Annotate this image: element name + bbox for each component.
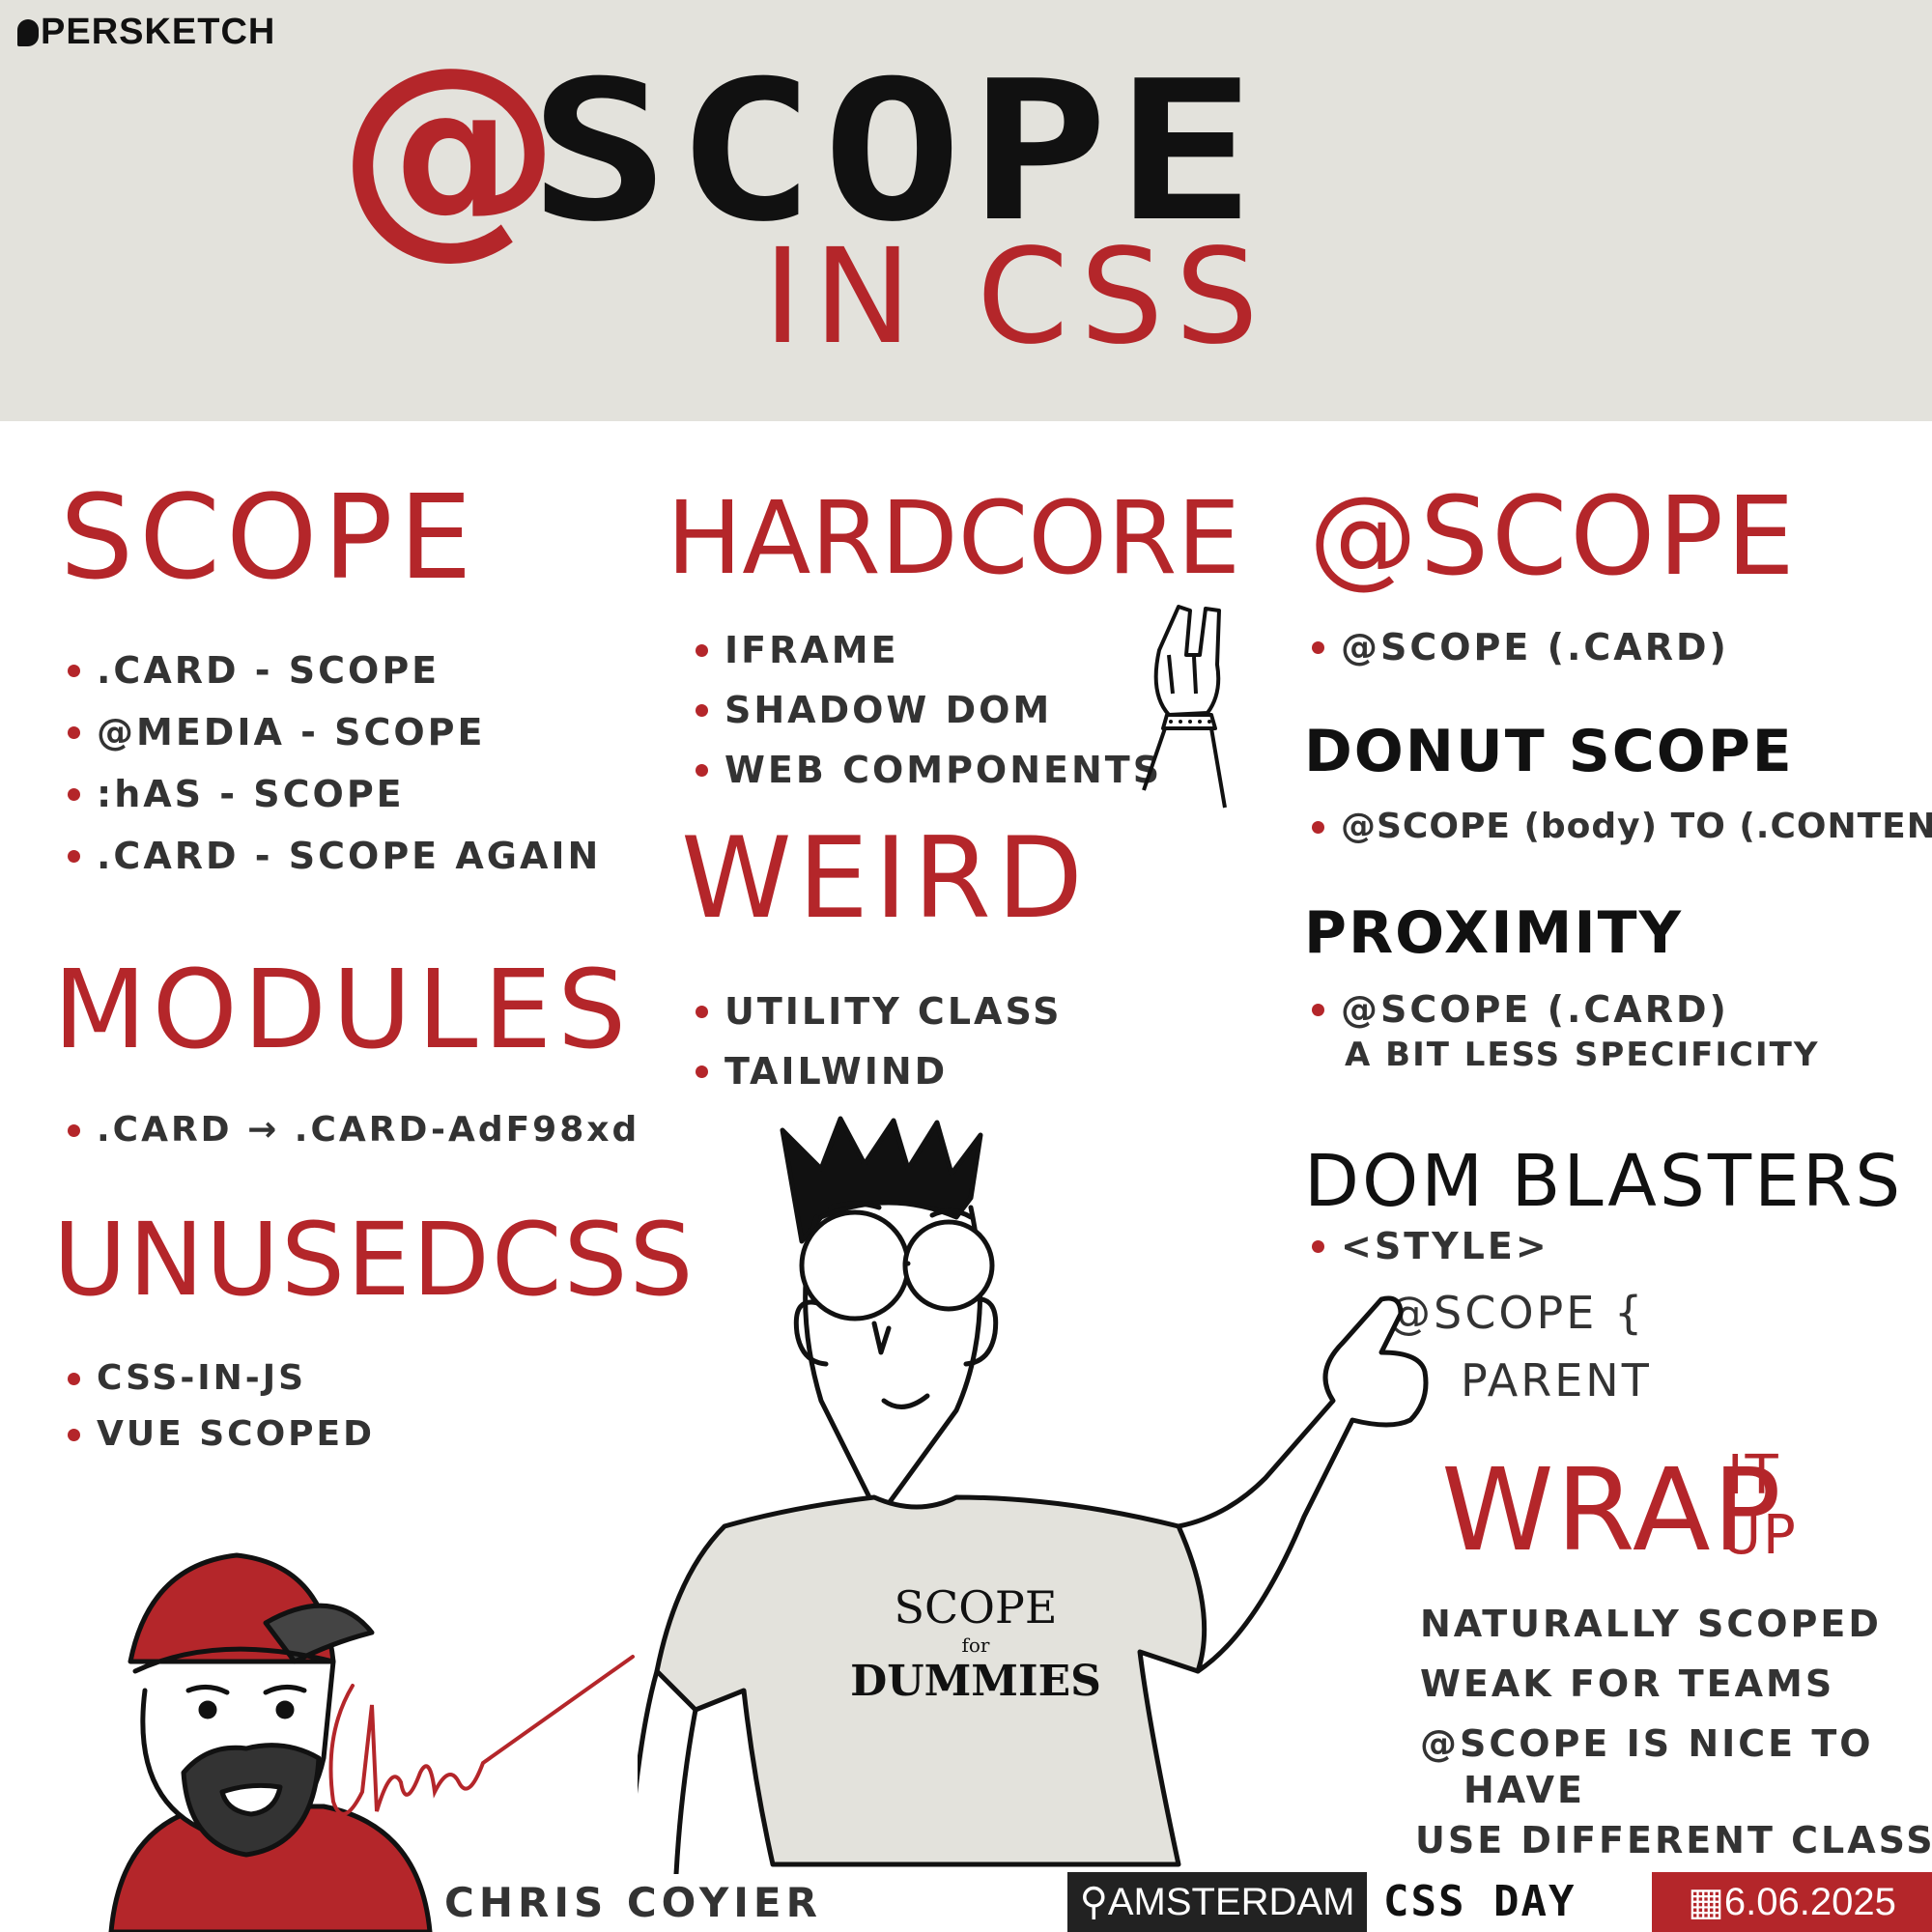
donut-scope-list: @SCOPE (body) TO (.CONTENT) (1312, 798, 1932, 856)
list-item: TAILWIND (696, 1041, 1062, 1101)
dom-blasters-code-line-2: PARENT (1461, 1354, 1652, 1406)
list-item: IFRAME (696, 620, 1162, 680)
modules-list: .CARD → .CARD-AdF98xd (68, 1101, 639, 1159)
list-item: WEB COMPONENTS (696, 740, 1162, 800)
unused-css-list: CSS-IN-JS VUE SCOPED (68, 1350, 375, 1463)
calendar-icon: ▦ (1688, 1881, 1724, 1923)
section-heading-at-scope: @SCOPE (1309, 474, 1798, 600)
section-heading-weird: WEIRD (681, 813, 1090, 944)
list-item: VUE SCOPED (68, 1406, 375, 1463)
list-item: SHADOW DOM (696, 680, 1162, 740)
shirt-line-1: SCOPE (895, 1581, 1058, 1634)
brand-logo: PERSKETCH (17, 12, 275, 53)
list-item: UTILITY CLASS (696, 981, 1062, 1041)
list-item: .CARD → .CARD-AdF98xd (68, 1101, 639, 1159)
wrap-line: @SCOPE IS NICE TO (1420, 1722, 1874, 1765)
wrap-line: HAVE (1463, 1769, 1585, 1811)
list-item: .CARD - SCOPE AGAIN (68, 825, 601, 887)
page-title: SCOPE (529, 40, 1263, 265)
scope-list: .CARD - SCOPE @MEDIA - SCOPE :hAS - SCOP… (68, 639, 601, 887)
shirt-line-2: for (961, 1634, 989, 1657)
location-badge: ⚲AMSTERDAM (1067, 1872, 1367, 1932)
weird-list: UTILITY CLASS TAILWIND (696, 981, 1062, 1101)
wrap-line: NATURALLY SCOPED (1420, 1603, 1882, 1645)
section-heading-scope: SCOPE (60, 471, 478, 606)
at-scope-list: @SCOPE (.CARD) (1312, 618, 1729, 676)
page-subtitle: IN CSS (763, 221, 1270, 374)
proximity-list: @SCOPE (.CARD) (1312, 981, 1729, 1037)
section-heading-wrap-it: IT (1727, 1444, 1780, 1507)
brand-label: PERSKETCH (41, 12, 276, 52)
proximity-note: A BIT LESS SPECIFICITY (1345, 1036, 1820, 1074)
section-heading-donut-scope: DONUT SCOPE (1304, 718, 1794, 785)
date-label: 6.06.2025 (1723, 1881, 1896, 1923)
list-item: @SCOPE (body) TO (.CONTENT) (1312, 798, 1932, 856)
signature-illustration (328, 1655, 635, 1816)
section-heading-unused-css: UNUSEDCSS (53, 1201, 696, 1319)
list-item: @SCOPE (.CARD) (1312, 981, 1729, 1037)
cartoon-character-illustration: SCOPE for DUMMIES (638, 1116, 1429, 1874)
section-heading-modules: MODULES (53, 948, 633, 1073)
list-item: .CARD - SCOPE (68, 639, 601, 701)
location-pin-icon: ⚲ (1079, 1881, 1108, 1923)
list-item: :hAS - SCOPE (68, 763, 601, 825)
list-item: @SCOPE (.CARD) (1312, 618, 1729, 676)
title-at-sign: @ (338, 20, 560, 278)
shirt-line-3: DUMMIES (850, 1657, 1101, 1706)
section-heading-wrap-up: UP (1721, 1504, 1798, 1567)
wrap-line: WEAK FOR TEAMS (1420, 1662, 1835, 1705)
location-label: AMSTERDAM (1107, 1881, 1355, 1923)
speaker-name: CHRIS COYIER (444, 1879, 822, 1926)
section-heading-hardcore: HARDCORE (667, 479, 1241, 597)
list-item: CSS-IN-JS (68, 1350, 375, 1406)
list-item: @MEDIA - SCOPE (68, 701, 601, 763)
date-badge: ▦6.06.2025 (1652, 1872, 1932, 1932)
section-heading-proximity: PROXIMITY (1304, 899, 1684, 967)
brand-drop-icon (17, 19, 39, 46)
wrap-line: USE DIFFERENT CLASS (1415, 1819, 1932, 1861)
rock-hand-icon (1142, 605, 1227, 809)
hardcore-list: IFRAME SHADOW DOM WEB COMPONENTS (696, 620, 1162, 800)
event-logo: CSS DAY (1383, 1877, 1577, 1926)
